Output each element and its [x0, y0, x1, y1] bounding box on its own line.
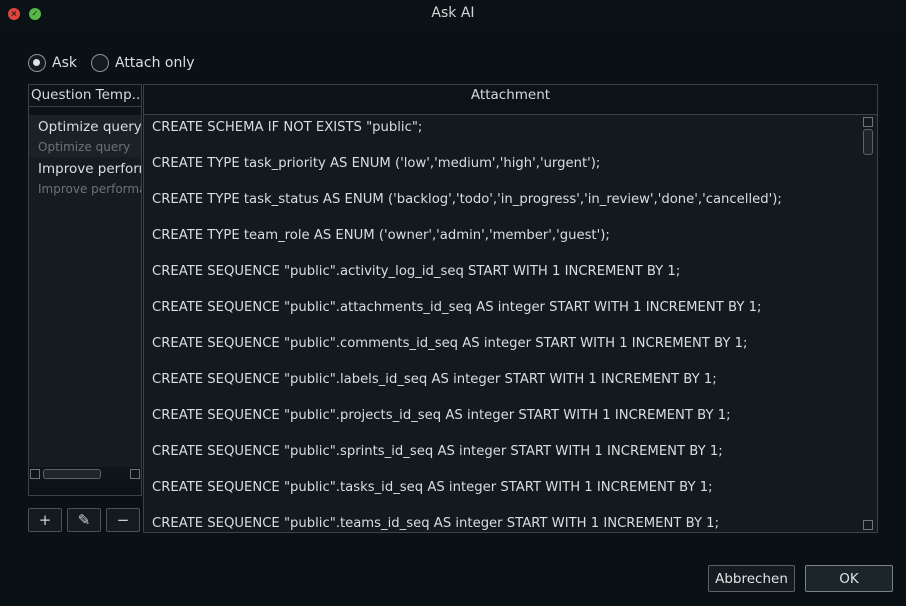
sql-line: CREATE SEQUENCE "public".labels_id_seq A… — [152, 372, 717, 387]
question-templates-list: Optimize query Optimize query Improve pe… — [29, 115, 141, 481]
mode-radio-group: Ask Attach only — [28, 54, 209, 72]
cancel-button[interactable]: Abbrechen — [708, 565, 795, 592]
sql-line: CREATE SCHEMA IF NOT EXISTS "public"; — [152, 120, 423, 135]
sql-line: CREATE TYPE task_status AS ENUM ('backlo… — [152, 192, 782, 207]
radio-ask-indicator[interactable] — [28, 54, 46, 72]
scroll-down-arrow[interactable] — [863, 520, 873, 530]
sql-line: CREATE SEQUENCE "public".teams_id_seq AS… — [152, 516, 720, 531]
question-templates-header[interactable]: Question Temp... — [29, 85, 141, 107]
template-item-title: Improve performance — [38, 161, 141, 177]
sql-line: CREATE SEQUENCE "public".activity_log_id… — [152, 264, 681, 279]
window-title: Ask AI — [431, 5, 475, 21]
sql-line: CREATE SEQUENCE "public".comments_id_seq… — [152, 336, 748, 351]
scroll-left-arrow[interactable] — [30, 469, 40, 479]
attachment-panel: Attachment CREATE SCHEMA IF NOT EXISTS "… — [143, 84, 878, 533]
attachment-vertical-scrollbar[interactable] — [861, 115, 875, 532]
edit-template-button[interactable]: ✎ — [67, 508, 101, 532]
sql-line: CREATE SEQUENCE "public".sprints_id_seq … — [152, 444, 723, 459]
sql-line: CREATE TYPE task_priority AS ENUM ('low'… — [152, 156, 601, 171]
template-item-improve-performance[interactable]: Improve performance Improve performance — [29, 157, 141, 199]
attachment-header: Attachment — [144, 85, 877, 115]
title-bar: × ✓ Ask AI — [0, 0, 906, 28]
plus-icon: + — [38, 511, 52, 529]
sql-line: CREATE SEQUENCE "public".projects_id_seq… — [152, 408, 731, 423]
templates-horizontal-scrollbar[interactable] — [29, 467, 141, 481]
ok-button[interactable]: OK — [805, 565, 893, 592]
template-item-subtitle: Optimize query — [38, 140, 131, 154]
template-item-subtitle: Improve performance — [38, 182, 141, 196]
sql-line: CREATE SEQUENCE "public".attachments_id_… — [152, 300, 762, 315]
remove-template-button[interactable]: − — [106, 508, 140, 532]
sql-line: CREATE TYPE team_role AS ENUM ('owner','… — [152, 228, 610, 243]
attachment-text-area[interactable]: CREATE SCHEMA IF NOT EXISTS "public"; CR… — [144, 115, 877, 532]
question-templates-panel: Question Temp... Optimize query Optimize… — [28, 84, 142, 496]
add-template-button[interactable]: + — [28, 508, 62, 532]
sql-line: CREATE SEQUENCE "public".tasks_id_seq AS… — [152, 480, 713, 495]
scroll-up-arrow[interactable] — [863, 117, 873, 127]
pencil-icon: ✎ — [77, 511, 91, 529]
template-item-title: Optimize query — [38, 119, 141, 135]
template-toolbar: + ✎ − — [28, 508, 145, 532]
radio-attach-only[interactable]: Attach only — [90, 54, 195, 72]
radio-attach-only-label: Attach only — [114, 55, 195, 71]
template-item-optimize-query[interactable]: Optimize query Optimize query — [29, 115, 141, 157]
radio-attach-only-indicator[interactable] — [90, 54, 109, 72]
radio-ask[interactable]: Ask — [28, 54, 77, 72]
radio-ask-label: Ask — [52, 55, 77, 71]
scroll-right-arrow[interactable] — [130, 469, 140, 479]
scroll-thumb[interactable] — [43, 469, 101, 479]
scroll-thumb[interactable] — [863, 129, 873, 155]
minus-icon: − — [116, 511, 130, 529]
